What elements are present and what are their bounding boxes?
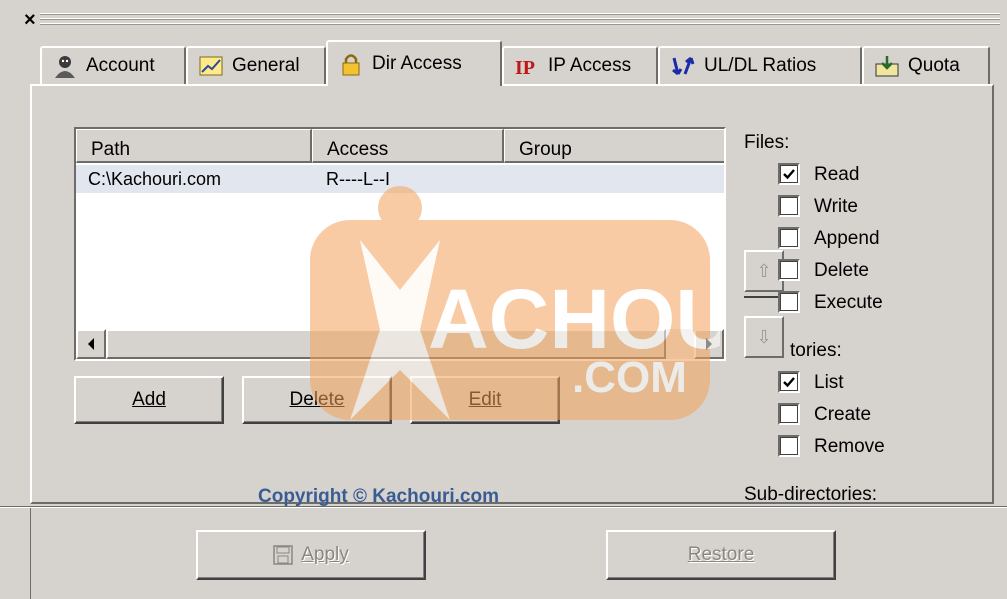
apply-button[interactable]: Apply bbox=[196, 530, 426, 580]
checkbox-delete-label: Delete bbox=[814, 260, 869, 281]
column-header-group[interactable]: Group bbox=[504, 129, 724, 163]
lock-icon bbox=[338, 52, 364, 76]
tab-general[interactable]: General bbox=[186, 46, 326, 84]
delete-button-label: Delete bbox=[289, 389, 345, 410]
checkbox-append-label: Append bbox=[814, 228, 880, 249]
tab-label: Account bbox=[86, 55, 155, 76]
checkbox-read-label: Read bbox=[814, 164, 860, 185]
cell-path: C:\Kachouri.com bbox=[88, 169, 222, 189]
add-button[interactable]: Add bbox=[74, 376, 224, 424]
tab-label: Quota bbox=[908, 55, 960, 76]
tab-label: General bbox=[232, 55, 300, 76]
grip-line bbox=[40, 18, 1000, 20]
checkmark-icon bbox=[783, 377, 795, 388]
access-list[interactable]: Path Access Group C:\Kachouri.com R----L… bbox=[74, 127, 726, 361]
checkmark-icon bbox=[783, 169, 795, 180]
svg-text:IP: IP bbox=[515, 57, 535, 78]
tab-account[interactable]: Account bbox=[40, 46, 186, 84]
checkbox-execute-label: Execute bbox=[814, 292, 883, 313]
restore-button[interactable]: Restore bbox=[606, 530, 836, 580]
separator bbox=[0, 506, 1007, 508]
files-title: Files: bbox=[744, 132, 790, 153]
checkbox-write-label: Write bbox=[814, 196, 858, 217]
chart-icon bbox=[198, 54, 224, 78]
tab-label: IP Access bbox=[548, 55, 632, 76]
edit-button-label: Edit bbox=[468, 389, 502, 410]
checkbox-delete[interactable] bbox=[778, 259, 800, 281]
checkbox-list[interactable] bbox=[778, 371, 800, 393]
scroll-left-button[interactable] bbox=[76, 329, 106, 359]
quota-icon bbox=[874, 54, 900, 78]
tab-dir-access[interactable]: Dir Access bbox=[326, 40, 502, 86]
checkbox-execute[interactable] bbox=[778, 291, 800, 313]
tab-ul-dl-ratios[interactable]: UL/DL Ratios bbox=[658, 46, 862, 84]
move-down-button[interactable]: ⇩ bbox=[744, 316, 784, 358]
tab-label: UL/DL Ratios bbox=[704, 55, 817, 76]
divider-line bbox=[744, 296, 780, 298]
arrow-up-icon: ⇧ bbox=[756, 260, 772, 281]
checkbox-create-label: Create bbox=[814, 404, 872, 425]
delete-button[interactable]: Delete bbox=[242, 376, 392, 424]
cell-access: R----L--I bbox=[326, 169, 390, 189]
edit-button[interactable]: Edit bbox=[410, 376, 560, 424]
scroll-right-button[interactable] bbox=[694, 329, 724, 359]
checkbox-list-label: List bbox=[814, 372, 844, 393]
frame-edge bbox=[30, 508, 31, 599]
grip-line bbox=[40, 23, 1000, 25]
tab-quota[interactable]: Quota bbox=[862, 46, 990, 84]
arrow-down-icon: ⇩ bbox=[756, 326, 772, 347]
triangle-right-icon bbox=[706, 338, 712, 350]
column-header-access[interactable]: Access bbox=[312, 129, 504, 163]
directories-title: tories: bbox=[790, 340, 842, 361]
tab-label: Dir Access bbox=[372, 53, 462, 74]
copyright-text: Copyright © Kachouri.com bbox=[258, 486, 499, 507]
scroll-thumb[interactable] bbox=[106, 329, 666, 359]
add-button-label: Add bbox=[132, 389, 166, 410]
triangle-left-icon bbox=[88, 338, 94, 350]
subdirectories-title: Sub-directories: bbox=[744, 484, 878, 504]
save-icon bbox=[273, 545, 293, 565]
tab-ip-access[interactable]: IP IP Access bbox=[502, 46, 658, 84]
title-strip: × bbox=[0, 0, 1007, 38]
checkbox-create[interactable] bbox=[778, 403, 800, 425]
checkbox-read[interactable] bbox=[778, 163, 800, 185]
checkbox-remove[interactable] bbox=[778, 435, 800, 457]
apply-button-label: Apply bbox=[301, 544, 349, 565]
horizontal-scrollbar[interactable] bbox=[76, 329, 724, 359]
user-icon bbox=[52, 54, 78, 78]
checkbox-write[interactable] bbox=[778, 195, 800, 217]
grip-line bbox=[40, 13, 1000, 15]
checkbox-remove-label: Remove bbox=[814, 436, 885, 457]
checkbox-append[interactable] bbox=[778, 227, 800, 249]
ratio-icon bbox=[670, 54, 696, 78]
column-header-path[interactable]: Path bbox=[76, 129, 312, 163]
restore-button-label: Restore bbox=[687, 544, 755, 565]
ip-icon: IP bbox=[514, 54, 540, 79]
close-icon[interactable]: × bbox=[24, 10, 36, 30]
